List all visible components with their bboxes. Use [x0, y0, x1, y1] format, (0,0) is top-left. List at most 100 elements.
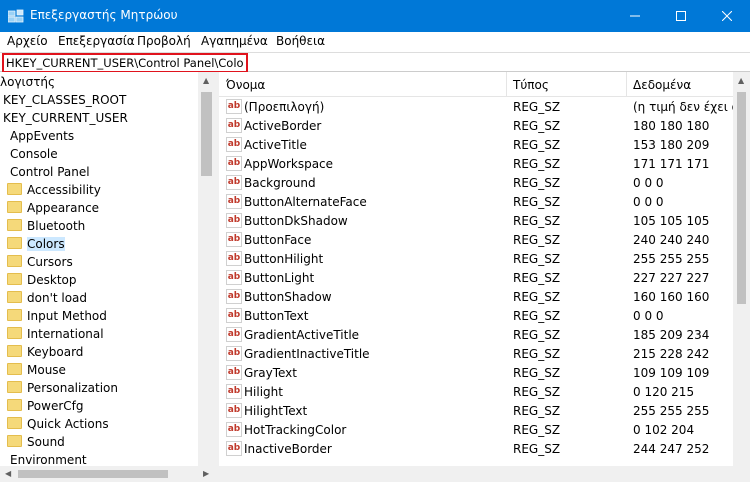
value-type: REG_SZ	[513, 328, 561, 342]
menu-help[interactable]: Βοήθεια	[276, 34, 325, 48]
tree-horizontal-scrollbar[interactable]: ◀ ▶	[0, 466, 215, 482]
scroll-left-icon[interactable]: ◀	[5, 469, 11, 478]
values-list[interactable]: Όνομα Τύπος Δεδομένα ab (Προεπιλογή) REG_S…	[219, 72, 733, 466]
folder-icon	[7, 291, 22, 303]
value-data: 255 255 255	[633, 252, 710, 266]
column-data[interactable]: Δεδομένα	[633, 78, 691, 92]
menu-view[interactable]: Προβολή	[137, 34, 191, 48]
value-data: 105 105 105	[633, 214, 710, 228]
tree-item[interactable]: Desktop	[7, 271, 77, 289]
tree-item[interactable]: Environment	[10, 451, 87, 466]
title-bar[interactable]: Επεξεργαστής Μητρώου	[0, 0, 750, 32]
table-row[interactable]: ab ButtonDkShadow REG_SZ 105 105 105	[219, 212, 733, 231]
value-name: AppWorkspace	[244, 157, 334, 171]
value-type: REG_SZ	[513, 290, 561, 304]
tree-item[interactable]: Input Method	[7, 307, 107, 325]
folder-icon	[7, 327, 22, 339]
list-horizontal-scrollbar[interactable]	[219, 466, 750, 482]
value-name: ButtonDkShadow	[244, 214, 348, 228]
tree-item[interactable]: Control Panel	[10, 163, 90, 181]
tree-item[interactable]: λογιστής	[0, 73, 55, 91]
tree-vertical-scrollbar[interactable]: ▲	[198, 72, 215, 466]
value-type: REG_SZ	[513, 404, 561, 418]
table-row[interactable]: ab ButtonFace REG_SZ 240 240 240	[219, 231, 733, 250]
table-row[interactable]: ab ButtonAlternateFace REG_SZ 0 0 0	[219, 193, 733, 212]
tree-item[interactable]: Cursors	[7, 253, 73, 271]
folder-icon	[7, 183, 22, 195]
list-vertical-scrollbar[interactable]: ▲	[733, 72, 750, 466]
tree-scroll-thumb[interactable]	[201, 92, 212, 176]
table-row[interactable]: ab(Προεπιλογή) REG_SZ (η τιμή δεν έχει ορι	[219, 98, 733, 117]
table-row[interactable]: ab HilightText REG_SZ 255 255 255	[219, 402, 733, 421]
table-row[interactable]: ab GradientActiveTitle REG_SZ 185 209 234	[219, 326, 733, 345]
column-name[interactable]: Όνομα	[226, 78, 265, 92]
table-row[interactable]: ab ActiveBorder REG_SZ 180 180 180	[219, 117, 733, 136]
list-scroll-thumb[interactable]	[737, 92, 746, 304]
string-value-icon: ab	[226, 194, 242, 209]
value-type: REG_SZ	[513, 366, 561, 380]
menu-bar: Αρχείο Επεξεργασία Προβολή Αγαπημένα Βοή…	[0, 32, 750, 52]
tree-item[interactable]: Sound	[7, 433, 65, 451]
menu-edit[interactable]: Επεξεργασία	[58, 34, 135, 48]
tree-item[interactable]: AppEvents	[10, 127, 74, 145]
value-data: 160 160 160	[633, 290, 710, 304]
value-data: 185 209 234	[633, 328, 710, 342]
tree-item[interactable]: Keyboard	[7, 343, 83, 361]
scroll-up-icon[interactable]: ▲	[738, 76, 744, 85]
table-row[interactable]: ab Background REG_SZ 0 0 0	[219, 174, 733, 193]
value-name: ButtonFace	[244, 233, 312, 247]
table-row[interactable]: ab ButtonLight REG_SZ 227 227 227	[219, 269, 733, 288]
close-button[interactable]	[704, 0, 750, 32]
menu-file[interactable]: Αρχείο	[7, 34, 48, 48]
tree-item[interactable]: Console	[10, 145, 58, 163]
column-type[interactable]: Τύπος	[513, 78, 549, 92]
tree-item-label: AppEvents	[10, 129, 75, 143]
value-data: 0 102 204	[633, 423, 695, 437]
tree-item[interactable]: Personalization	[7, 379, 118, 397]
column-separator[interactable]	[506, 72, 507, 96]
scroll-right-icon[interactable]: ▶	[203, 469, 209, 478]
tree-item[interactable]: PowerCfg	[7, 397, 84, 415]
table-row[interactable]: ab GrayText REG_SZ 109 109 109	[219, 364, 733, 383]
table-row[interactable]: ab ActiveTitle REG_SZ 153 180 209	[219, 136, 733, 155]
string-value-icon: ab	[226, 384, 242, 399]
tree-item[interactable]: KEY_CLASSES_ROOT	[3, 91, 126, 109]
tree-item-label: Keyboard	[27, 345, 84, 359]
table-row[interactable]: ab AppWorkspace REG_SZ 171 171 171	[219, 155, 733, 174]
tree-item[interactable]: Bluetooth	[7, 217, 85, 235]
table-row[interactable]: ab Hilight REG_SZ 0 120 215	[219, 383, 733, 402]
tree-item[interactable]: Colors	[7, 235, 65, 253]
tree-item[interactable]: International	[7, 325, 104, 343]
value-name: ActiveBorder	[244, 119, 322, 133]
table-row[interactable]: ab ButtonShadow REG_SZ 160 160 160	[219, 288, 733, 307]
list-header: Όνομα Τύπος Δεδομένα	[219, 72, 733, 97]
scroll-up-icon[interactable]: ▲	[203, 76, 209, 85]
tree-view[interactable]: λογιστής KEY_CLASSES_ROOT KEY_CURRENT_USER…	[0, 72, 215, 466]
table-row[interactable]: ab InactiveBorder REG_SZ 244 247 252	[219, 440, 733, 459]
table-row[interactable]: ab ButtonText REG_SZ 0 0 0	[219, 307, 733, 326]
column-separator[interactable]	[626, 72, 627, 96]
string-value-icon: ab	[226, 289, 242, 304]
minimize-button[interactable]	[612, 0, 658, 32]
tree-item[interactable]: don't load	[7, 289, 87, 307]
tree-item-label: Mouse	[27, 363, 66, 377]
table-row[interactable]: ab GradientInactiveTitle REG_SZ 215 228 242	[219, 345, 733, 364]
maximize-button[interactable]	[658, 0, 704, 32]
table-row[interactable]: ab HotTrackingColor REG_SZ 0 102 204	[219, 421, 733, 440]
address-input[interactable]	[2, 53, 248, 73]
menu-favorites[interactable]: Αγαπημένα	[201, 34, 268, 48]
tree-item[interactable]: Appearance	[7, 199, 99, 217]
value-data: 255 255 255	[633, 404, 710, 418]
value-type: REG_SZ	[513, 119, 561, 133]
tree-item-label: KEY_CLASSES_ROOT	[3, 93, 127, 107]
tree-item[interactable]: Accessibility	[7, 181, 101, 199]
tree-item[interactable]: Mouse	[7, 361, 66, 379]
tree-hscroll-thumb[interactable]	[18, 470, 168, 478]
value-type: REG_SZ	[513, 214, 561, 228]
value-type: REG_SZ	[513, 252, 561, 266]
folder-icon	[7, 201, 22, 213]
tree-item[interactable]: KEY_CURRENT_USER	[3, 109, 128, 127]
tree-item[interactable]: Quick Actions	[7, 415, 109, 433]
folder-icon	[7, 273, 22, 285]
table-row[interactable]: ab ButtonHilight REG_SZ 255 255 255	[219, 250, 733, 269]
